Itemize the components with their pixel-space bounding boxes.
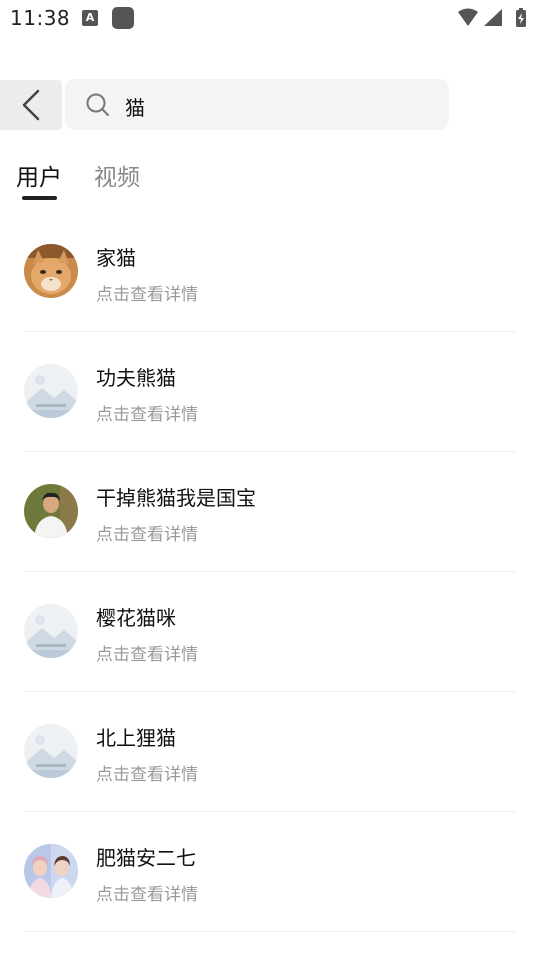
keyboard-notification-icon: A [82,10,98,26]
user-subtitle: 点击查看详情 [96,405,198,425]
avatar [24,724,78,778]
divider [24,931,516,932]
tab-videos[interactable]: 视频 [94,158,140,192]
user-subtitle: 点击查看详情 [96,285,198,305]
user-list-item[interactable]: 北上狸猫 点击查看详情 [0,692,540,812]
battery-icon [516,8,526,27]
tab-active-indicator [22,196,57,200]
user-subtitle: 点击查看详情 [96,645,198,665]
user-name: 北上狸猫 [96,726,176,750]
wifi-icon [458,8,478,26]
person-avatar-image [24,484,78,538]
cat-avatar-image [24,244,78,298]
user-list-item[interactable]: 家猫 点击查看详情 [0,212,540,332]
avatar [24,844,78,898]
user-name: 干掉熊猫我是国宝 [96,486,256,510]
user-list: 家猫 点击查看详情 功夫熊猫 点击查看详情 干掉熊猫我是国宝 点击查看详情 樱花… [0,212,540,932]
tab-users[interactable]: 用户 [16,158,62,192]
app-notification-icon [112,7,134,29]
avatar [24,484,78,538]
placeholder-image-icon [24,364,78,418]
back-button[interactable] [0,80,62,130]
placeholder-image-icon [24,604,78,658]
user-list-item[interactable]: 樱花猫咪 点击查看详情 [0,572,540,692]
signal-icon [484,9,502,26]
avatar [24,604,78,658]
user-subtitle: 点击查看详情 [96,525,198,545]
user-list-item[interactable]: 干掉熊猫我是国宝 点击查看详情 [0,452,540,572]
avatar [24,244,78,298]
user-name: 家猫 [96,246,136,270]
system-icons [456,7,532,29]
user-name: 樱花猫咪 [96,606,176,630]
user-subtitle: 点击查看详情 [96,765,198,785]
status-time: 11:38 [10,6,71,30]
search-icon [86,93,109,116]
search-input[interactable]: 猫 [65,79,449,130]
user-name: 肥猫安二七 [96,846,196,870]
two-people-avatar-image [24,844,78,898]
chevron-left-icon [22,89,40,121]
user-subtitle: 点击查看详情 [96,885,198,905]
search-query: 猫 [125,96,145,120]
placeholder-image-icon [24,724,78,778]
avatar [24,364,78,418]
user-list-item[interactable]: 功夫熊猫 点击查看详情 [0,332,540,452]
user-name: 功夫熊猫 [96,366,176,390]
user-list-item[interactable]: 肥猫安二七 点击查看详情 [0,812,540,932]
status-bar: 11:38 A [0,0,540,36]
